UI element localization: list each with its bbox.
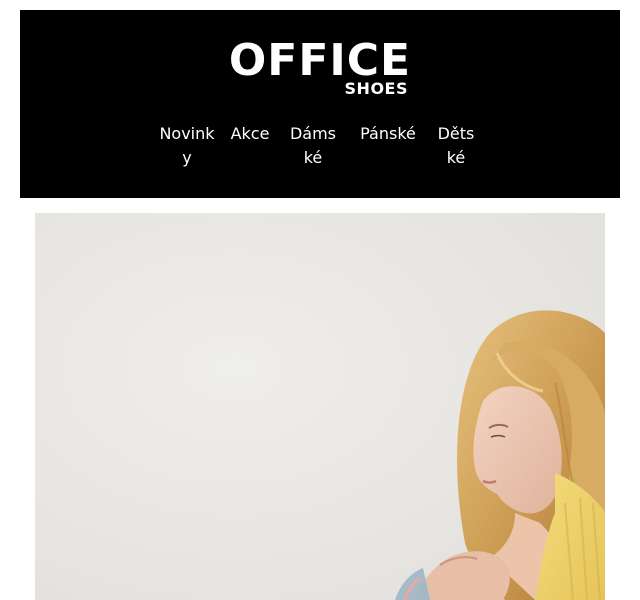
logo-subtitle: SHOES [344,79,408,98]
hero-banner-image[interactable] [35,213,605,600]
hero-photo [35,213,605,600]
nav-link-novinky[interactable]: Novinky [158,122,216,170]
header: OFFICE SHOES Novinky Akce Dámské Pánské … [20,10,620,198]
main-nav: Novinky Akce Dámské Pánské Dětské [150,122,490,182]
email-page: OFFICE SHOES Novinky Akce Dámské Pánské … [0,0,640,600]
nav-link-akce[interactable]: Akce [230,122,270,146]
logo-wordmark: OFFICE [228,35,412,86]
nav-link-detske[interactable]: Dětské [433,122,479,170]
nav-link-damske[interactable]: Dámské [286,122,340,170]
nav-link-panske[interactable]: Pánské [359,122,417,146]
brand-logo[interactable]: OFFICE SHOES [20,10,620,110]
